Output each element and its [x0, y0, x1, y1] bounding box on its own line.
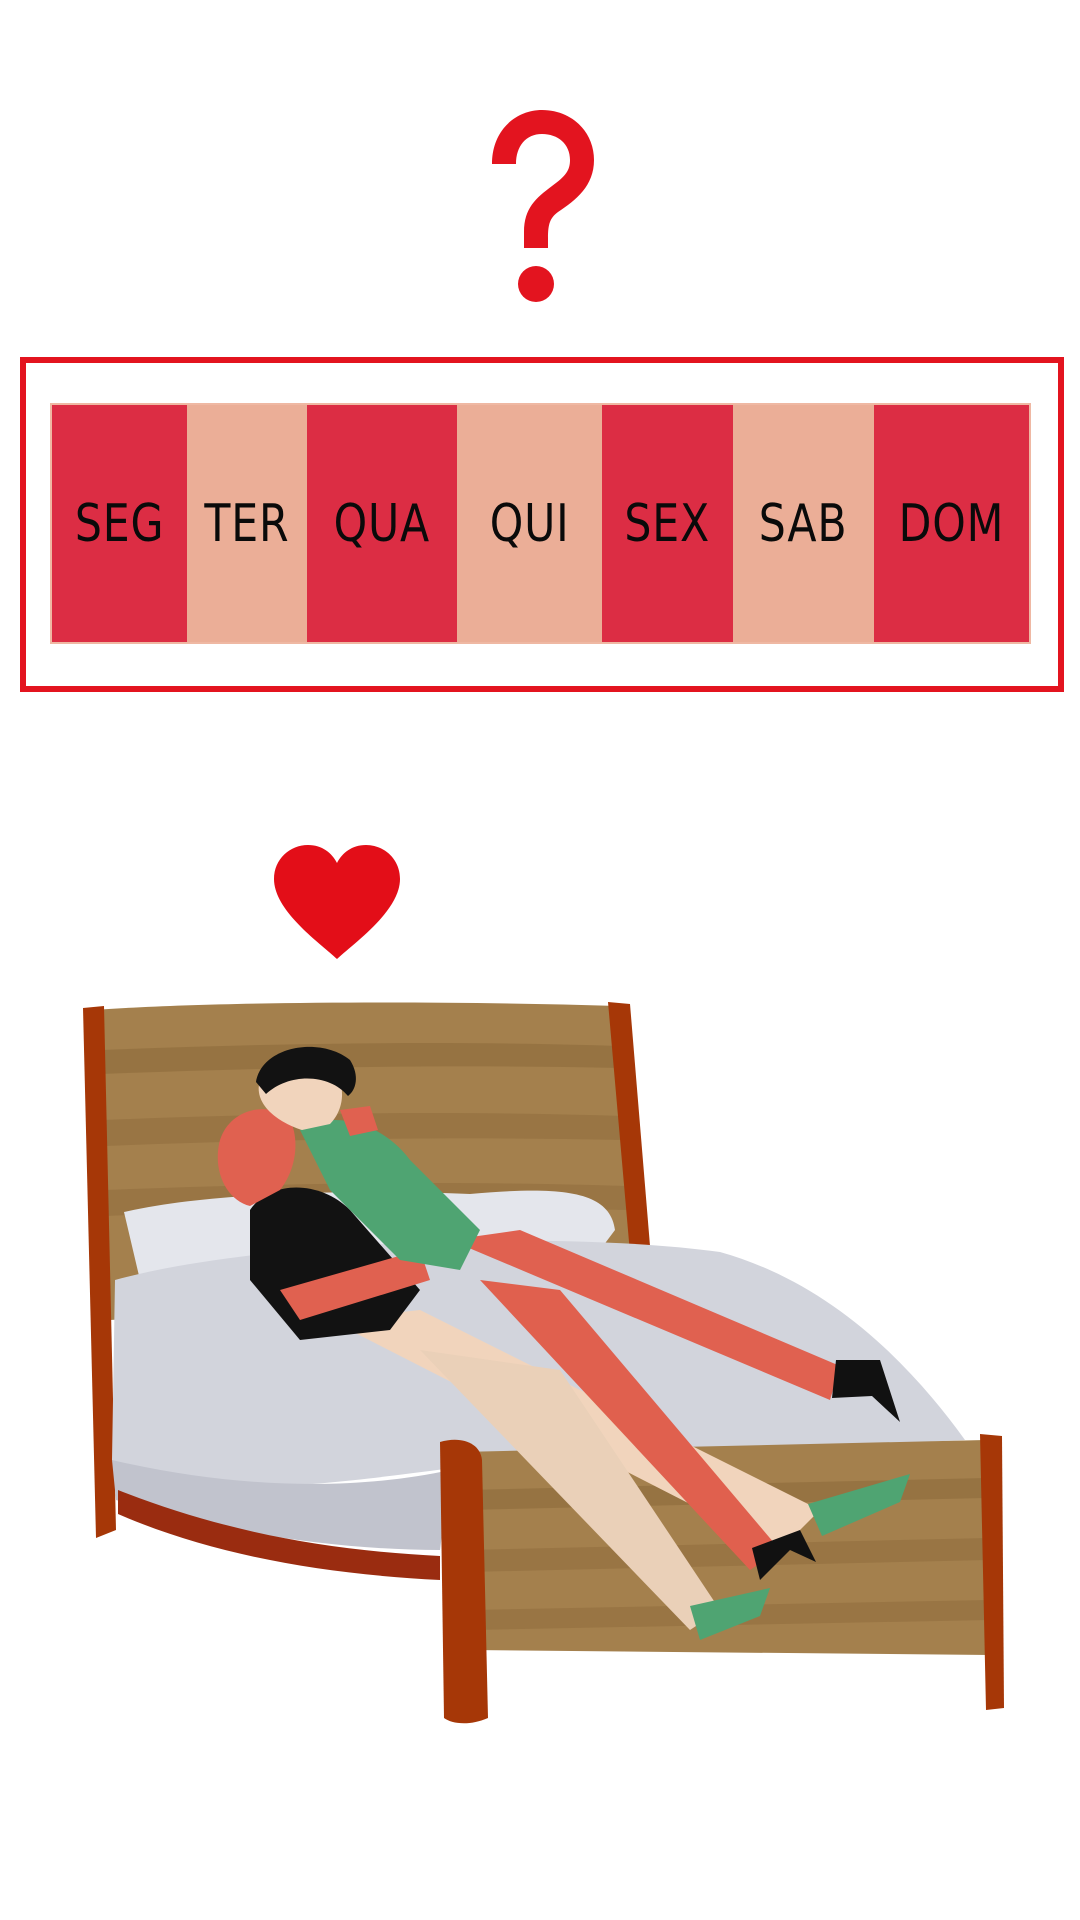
- day-cell-sab: SAB: [733, 405, 874, 642]
- week-days-frame: SEG TER QUA QUI SEX SAB DOM: [20, 357, 1064, 692]
- day-label-seg: SEG: [74, 493, 165, 554]
- heart-icon: [274, 845, 400, 959]
- day-cell-ter: TER: [187, 405, 307, 642]
- couple-on-bed-illustration: [83, 1002, 1004, 1724]
- day-cell-sex: SEX: [602, 405, 733, 642]
- page-canvas: SEG TER QUA QUI SEX SAB DOM: [0, 0, 1080, 1920]
- question-mark-icon: [492, 110, 594, 302]
- day-label-qui: QUI: [489, 493, 570, 554]
- day-cell-dom: DOM: [874, 405, 1029, 642]
- day-cell-qui: QUI: [457, 405, 602, 642]
- day-label-sab: SAB: [759, 493, 848, 554]
- day-cell-qua: QUA: [307, 405, 457, 642]
- day-label-qua: QUA: [333, 493, 431, 554]
- day-label-ter: TER: [204, 493, 290, 554]
- day-label-sex: SEX: [624, 493, 711, 554]
- day-cell-seg: SEG: [52, 405, 187, 642]
- day-label-dom: DOM: [898, 493, 1005, 554]
- week-days-strip: SEG TER QUA QUI SEX SAB DOM: [50, 403, 1031, 644]
